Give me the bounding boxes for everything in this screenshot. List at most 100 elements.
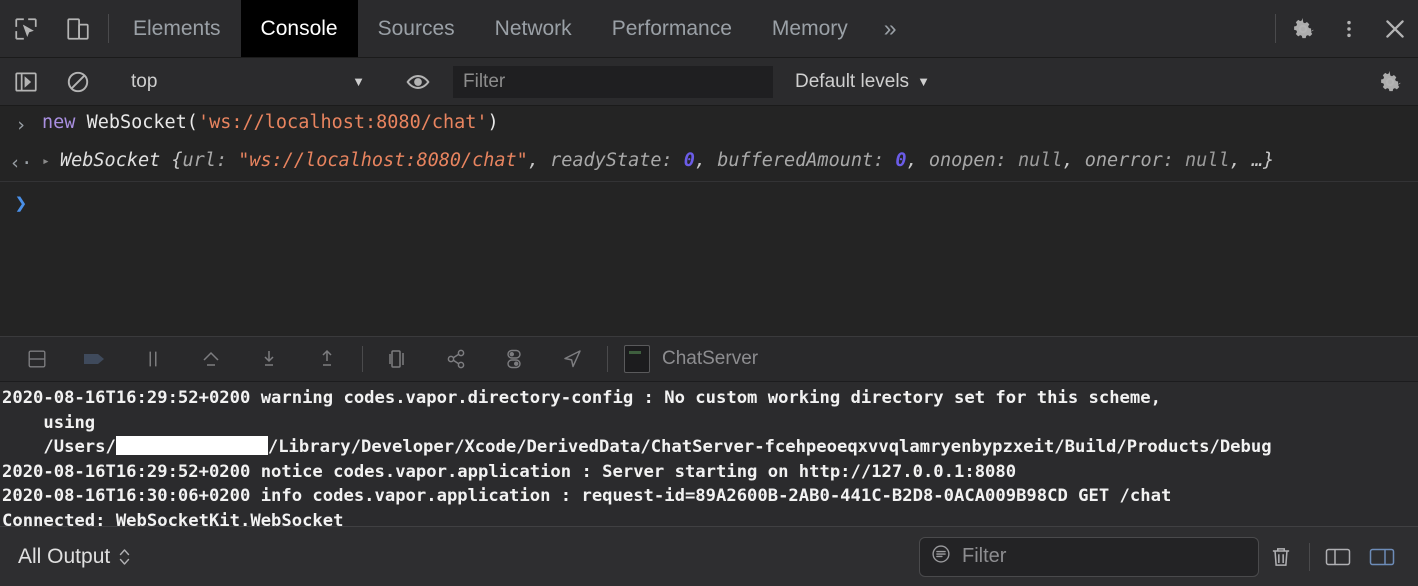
token-plain: )	[487, 112, 499, 133]
show-debug-area-icon[interactable]	[1316, 545, 1360, 569]
step-out-icon[interactable]	[298, 337, 356, 381]
xcode-status-bar: All Output Filter	[0, 526, 1418, 586]
log-text: /Library/Developer/Xcode/DerivedData/Cha…	[267, 437, 1272, 458]
tab-label: Sources	[377, 16, 455, 40]
token-null: null	[1017, 149, 1063, 171]
token-number: 0	[683, 149, 695, 171]
tab-label: Network	[494, 16, 572, 40]
devtools-tab-bar: Elements Console Sources Network Perform…	[0, 0, 1418, 58]
eye-icon[interactable]	[392, 69, 444, 95]
debugbar-divider-2	[607, 346, 608, 372]
cursor-inspect-icon[interactable]	[0, 0, 52, 57]
tabbar-spacer	[913, 0, 1271, 57]
console-object-preview[interactable]: ▸ WebSocket {url: "ws://localhost:8080/ch…	[42, 149, 1418, 177]
token-punc: ,	[906, 149, 929, 171]
xcode-filter-field[interactable]: Filter	[919, 536, 1259, 577]
console-input-entry[interactable]: › new WebSocket('ws://localhost:8080/cha…	[0, 106, 1418, 144]
log-line: Connected: WebSocketKit.WebSocket	[2, 510, 344, 526]
log-line: 2020-08-16T16:29:52+0200 notice codes.va…	[2, 461, 1017, 482]
execution-context-value: top	[131, 70, 158, 92]
step-into-icon[interactable]	[240, 337, 298, 381]
xcode-debug-bar: ChatServer	[0, 336, 1418, 382]
tab-memory[interactable]: Memory	[752, 0, 868, 57]
token-punc: ,	[1062, 149, 1085, 171]
filter-lines-icon	[930, 543, 952, 570]
token-string: "ws://localhost:8080/chat"	[238, 149, 528, 171]
output-scope-select[interactable]: All Output	[18, 545, 131, 569]
console-sidebar-toggle-icon[interactable]	[0, 69, 52, 95]
token-prop: bufferedAmount:	[717, 149, 896, 171]
console-filter-bar: top ▼ Default levels ▼	[0, 58, 1418, 106]
chevron-down-icon: ▼	[917, 74, 930, 89]
app-icon	[624, 345, 650, 373]
console-filter-input[interactable]	[453, 65, 773, 98]
token-plain: WebSocket(	[86, 112, 198, 133]
close-icon[interactable]	[1372, 16, 1418, 42]
log-text: 2020-08-16T16:29:52+0200 warning codes.v…	[2, 388, 1161, 408]
devtools-right-controls	[1280, 0, 1418, 57]
input-marker-icon: ›	[15, 114, 27, 136]
token-punc: ,	[694, 149, 718, 171]
tab-label: Console	[260, 16, 338, 40]
expand-arrow-icon[interactable]: ▸	[42, 149, 60, 171]
prompt-marker-icon: ❯	[14, 191, 28, 216]
environment-overrides-icon[interactable]	[485, 337, 543, 381]
token-prop: onerror:	[1084, 149, 1186, 171]
token-punc: ,	[1229, 149, 1252, 171]
token-prop: onopen:	[928, 149, 1018, 171]
stepper-icon[interactable]	[118, 546, 131, 568]
chevron-down-icon: ▼	[352, 74, 365, 89]
pause-resume-icon[interactable]	[124, 337, 182, 381]
device-toggle-icon[interactable]	[52, 0, 104, 57]
tab-console[interactable]: Console	[240, 0, 358, 57]
token-string: 'ws://localhost:8080/chat'	[197, 112, 488, 133]
token-punc: …}	[1251, 149, 1275, 171]
show-console-icon[interactable]	[1360, 545, 1404, 569]
clear-console-icon[interactable]	[52, 69, 104, 95]
gear-icon[interactable]	[1280, 16, 1326, 42]
hide-console-icon[interactable]	[8, 337, 66, 381]
debugbar-divider-1	[362, 346, 363, 372]
console-prompt-input[interactable]	[42, 187, 1418, 217]
execution-context-select[interactable]: top ▼	[113, 58, 383, 105]
simulate-location-icon[interactable]	[543, 337, 601, 381]
token-keyword: new	[42, 112, 87, 133]
tab-network[interactable]: Network	[475, 0, 592, 57]
token-prop: readyState:	[550, 149, 684, 171]
tab-performance[interactable]: Performance	[592, 0, 752, 57]
tab-label: Memory	[771, 16, 848, 40]
token-punc: {	[160, 149, 183, 171]
step-over-icon[interactable]	[182, 337, 240, 381]
step-over-breakpoint-icon[interactable]	[66, 337, 124, 381]
output-marker-icon: ‹·	[9, 151, 33, 174]
console-prompt-row[interactable]: ❯	[0, 182, 1418, 222]
more-vertical-icon[interactable]	[1326, 16, 1372, 42]
log-line: 2020-08-16T16:30:06+0200 info codes.vapo…	[2, 486, 1172, 507]
debug-scheme-indicator[interactable]: ChatServer	[614, 345, 758, 373]
debug-view-hierarchy-icon[interactable]	[369, 337, 427, 381]
tab-label: Performance	[611, 16, 732, 40]
more-tabs-button[interactable]: »	[868, 0, 913, 57]
statusbar-divider	[1309, 542, 1310, 571]
console-output-entry[interactable]: ‹· ▸ WebSocket {url: "ws://localhost:8080…	[0, 144, 1418, 183]
scheme-label: ChatServer	[662, 348, 759, 369]
console-input-text: new WebSocket('ws://localhost:8080/chat'…	[42, 111, 1418, 139]
trash-icon[interactable]	[1259, 543, 1303, 571]
token-null: null	[1185, 149, 1230, 171]
log-line: 2020-08-16T16:29:52+0200 warning codes.v…	[2, 388, 1272, 457]
debug-memory-graph-icon[interactable]	[427, 337, 485, 381]
xcode-console-log[interactable]: 2020-08-16T16:29:52+0200 warning codes.v…	[0, 382, 1418, 526]
tab-label: Elements	[133, 16, 221, 40]
console-output-area[interactable]: › new WebSocket('ws://localhost:8080/cha…	[0, 106, 1418, 336]
redacted-username	[115, 436, 268, 456]
tab-elements[interactable]: Elements	[113, 0, 241, 57]
gear-icon[interactable]	[1362, 69, 1418, 95]
output-scope-label: All Output	[18, 544, 111, 568]
tab-sources[interactable]: Sources	[358, 0, 475, 57]
token-number: 0	[895, 149, 907, 171]
log-levels-select[interactable]: Default levels ▼	[795, 71, 930, 93]
object-class-name: WebSocket	[60, 149, 161, 171]
xcode-filter-placeholder: Filter	[962, 545, 1007, 567]
log-levels-label: Default levels	[795, 70, 910, 92]
token-prop: url:	[182, 149, 239, 171]
